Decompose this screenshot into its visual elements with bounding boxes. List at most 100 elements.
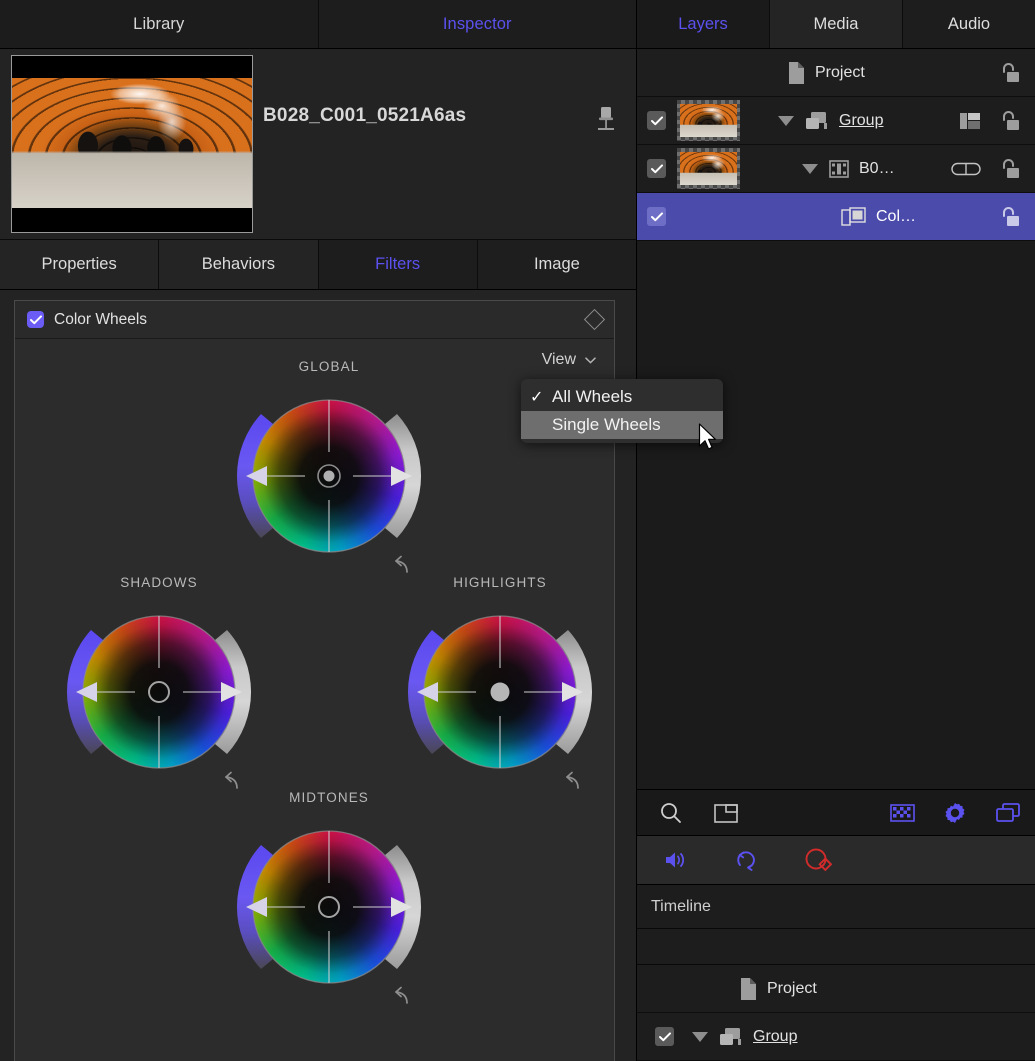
layer-group-visibility-checkbox[interactable] — [647, 111, 666, 130]
reset-arrow-icon-shadows[interactable] — [221, 768, 243, 792]
timeline-row-project[interactable]: Project — [637, 965, 1035, 1013]
tab-media-label: Media — [814, 15, 859, 34]
tab-layers[interactable]: Layers — [637, 0, 770, 48]
layers-tab-bar: Layers Media Audio — [637, 0, 1035, 49]
playback-toolbar — [637, 836, 1035, 885]
color-wheel-highlights-label: HIGHLIGHTS — [384, 575, 614, 590]
timeline-group-visibility-checkbox[interactable] — [655, 1027, 674, 1046]
menu-item-all-wheels[interactable]: ✓ All Wheels — [521, 383, 723, 411]
unlock-icon[interactable] — [997, 110, 1021, 132]
color-wheel-global-label: GLOBAL — [213, 359, 445, 374]
layer-row-group[interactable]: Group — [637, 97, 1035, 145]
color-wheel-midtones-graphic[interactable] — [213, 808, 445, 1006]
document-icon — [787, 61, 806, 85]
layer-row-footage-label: B0… — [859, 160, 895, 178]
inspector-sub-tab-bar: Properties Behaviors Filters Image — [0, 240, 636, 290]
group-icon — [718, 1026, 744, 1048]
color-wheel-highlights-graphic[interactable] — [384, 593, 614, 791]
reset-arrow-icon-highlights[interactable] — [562, 768, 584, 792]
layer-row-color-wheels-filter[interactable]: Col… — [637, 193, 1035, 241]
document-icon — [739, 977, 758, 1001]
layer-footage-disclosure-triangle[interactable] — [802, 164, 818, 174]
color-wheels-body: View — [15, 339, 614, 1060]
layer-group-thumbnail — [677, 100, 740, 141]
film-strip-icon — [828, 158, 850, 180]
view-dropdown[interactable]: View — [542, 351, 596, 369]
record-keyframe-icon[interactable] — [803, 847, 833, 873]
tab-library-label: Library — [133, 15, 184, 34]
layer-group-disclosure-triangle[interactable] — [778, 116, 794, 126]
tab-library[interactable]: Library — [0, 0, 319, 48]
unlock-icon[interactable] — [997, 206, 1021, 228]
color-wheel-highlights[interactable]: HIGHLIGHTS — [384, 575, 614, 793]
color-wheel-global[interactable]: GLOBAL — [213, 359, 445, 577]
speaker-icon[interactable] — [663, 848, 691, 872]
pin-icon[interactable] — [594, 105, 618, 135]
layers-empty-area — [637, 241, 1035, 789]
tab-image-label: Image — [534, 255, 580, 274]
menu-item-all-wheels-label: All Wheels — [552, 387, 632, 407]
clip-thumbnail-image — [12, 78, 252, 208]
link-icon[interactable] — [951, 161, 981, 177]
keyframe-diamond-icon[interactable] — [584, 309, 605, 330]
layers-pane: Layers Media Audio Project — [637, 0, 1035, 1061]
add-group-icon[interactable] — [713, 801, 739, 825]
layer-row-project[interactable]: Project — [637, 49, 1035, 97]
view-dropdown-label: View — [542, 351, 576, 369]
color-wheel-midtones-label: MIDTONES — [213, 790, 445, 805]
check-icon: ✓ — [530, 387, 552, 407]
tab-filters[interactable]: Filters — [319, 240, 478, 289]
tab-behaviors-label: Behaviors — [202, 255, 275, 274]
menu-item-single-wheels-label: Single Wheels — [552, 415, 661, 435]
color-wheel-midtones[interactable]: MIDTONES — [213, 790, 445, 1008]
view-dropdown-menu: ✓ All Wheels Single Wheels — [521, 379, 723, 443]
timeline-title: Timeline — [651, 898, 711, 916]
timeline-row-project-label: Project — [767, 980, 817, 998]
tab-filters-label: Filters — [375, 255, 420, 274]
clip-title: B028_C001_0521A6as — [263, 105, 466, 127]
layers-toolbar-right-group — [890, 801, 1021, 825]
layer-list: Project — [637, 49, 1035, 241]
color-wheels-header: Color Wheels — [15, 301, 614, 339]
layer-row-footage[interactable]: B0… — [637, 145, 1035, 193]
filter-icon — [841, 206, 867, 228]
tab-audio[interactable]: Audio — [903, 0, 1035, 48]
timeline-row-group-label: Group — [753, 1028, 797, 1046]
color-wheel-shadows-graphic[interactable] — [43, 593, 275, 791]
color-wheels-enable-checkbox[interactable] — [27, 311, 44, 328]
layer-group-thumbnail-image — [680, 104, 737, 137]
group-icon — [804, 110, 830, 132]
tab-properties[interactable]: Properties — [0, 240, 159, 289]
timeline-row-group[interactable]: Group — [637, 1013, 1035, 1061]
clip-thumbnail[interactable] — [11, 55, 253, 233]
timeline-group-disclosure-triangle[interactable] — [692, 1032, 708, 1042]
layer-footage-thumbnail-image — [680, 152, 737, 185]
mask-icon[interactable] — [959, 111, 981, 131]
menu-item-single-wheels[interactable]: Single Wheels — [521, 411, 723, 439]
tab-image[interactable]: Image — [478, 240, 636, 289]
loop-icon[interactable] — [733, 848, 761, 872]
reset-arrow-icon-midtones[interactable] — [391, 983, 413, 1007]
tab-inspector[interactable]: Inspector — [319, 0, 637, 48]
layer-footage-thumbnail — [677, 148, 740, 189]
checkerboard-icon[interactable] — [890, 802, 915, 824]
color-wheel-shadows-label: SHADOWS — [43, 575, 275, 590]
layer-row-group-label: Group — [839, 112, 883, 130]
inspector-top-tab-bar: Library Inspector — [0, 0, 636, 49]
layer-footage-visibility-checkbox[interactable] — [647, 159, 666, 178]
reset-arrow-icon-global[interactable] — [391, 552, 413, 576]
gear-icon[interactable] — [943, 801, 967, 825]
unlock-icon[interactable] — [997, 62, 1021, 84]
chevron-down-icon — [585, 357, 596, 364]
tab-media[interactable]: Media — [770, 0, 903, 48]
tab-behaviors[interactable]: Behaviors — [159, 240, 318, 289]
search-icon[interactable] — [659, 801, 683, 825]
timeline-ruler-gap — [637, 929, 1035, 965]
duplicate-icon[interactable] — [995, 802, 1021, 824]
timeline-header: Timeline — [637, 885, 1035, 929]
tab-inspector-label: Inspector — [443, 15, 512, 34]
layer-filter-visibility-checkbox[interactable] — [647, 207, 666, 226]
color-wheel-shadows[interactable]: SHADOWS — [43, 575, 275, 793]
unlock-icon[interactable] — [997, 158, 1021, 180]
color-wheel-global-graphic[interactable] — [213, 377, 445, 575]
